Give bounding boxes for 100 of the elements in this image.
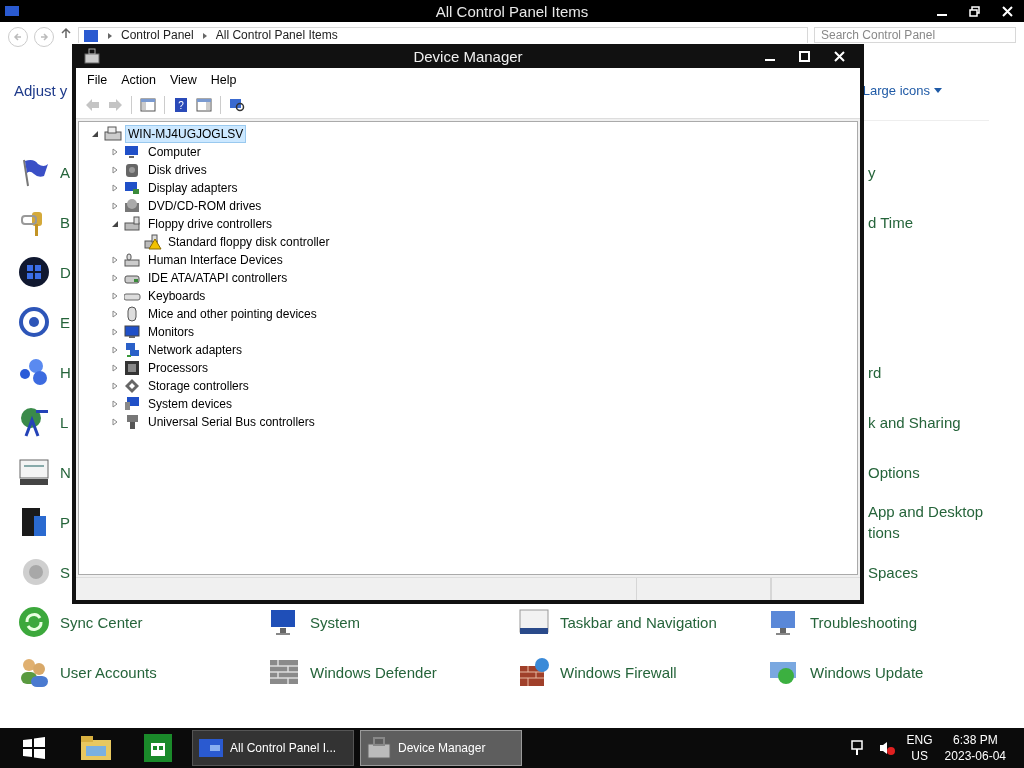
chip-icon xyxy=(124,360,142,376)
applet-label[interactable]: P xyxy=(60,511,70,533)
menu-item[interactable]: View xyxy=(162,73,204,87)
tree-item[interactable]: Keyboards xyxy=(145,287,209,305)
window-title: All Control Panel Items xyxy=(435,3,589,20)
applet-label[interactable]: y xyxy=(868,161,876,183)
tree-item[interactable]: Monitors xyxy=(145,323,197,341)
chevron-icon xyxy=(201,31,208,40)
applet-label[interactable]: Sync Center xyxy=(60,611,143,633)
help-button[interactable]: ? xyxy=(171,95,191,115)
tree-item[interactable]: System devices xyxy=(145,395,236,413)
monitor-icon xyxy=(124,396,142,412)
applet-label[interactable]: H xyxy=(60,361,71,383)
breadcrumb-item[interactable]: Control Panel xyxy=(121,29,194,42)
tree-item[interactable]: IDE ATA/ATAPI controllers xyxy=(145,269,291,287)
applet-label[interactable]: Taskbar and Navigation xyxy=(560,611,717,633)
folder-icon xyxy=(80,734,112,762)
applet-label[interactable]: rd xyxy=(868,361,882,383)
up-arrow-icon[interactable] xyxy=(60,27,72,39)
maximize-icon xyxy=(799,50,810,62)
minimize-icon xyxy=(764,59,775,61)
computer-icon xyxy=(104,126,122,142)
page-heading: Adjust y xyxy=(14,81,68,99)
globe-letter-icon xyxy=(18,406,50,438)
panel-button[interactable] xyxy=(194,95,214,115)
spheres-icon xyxy=(18,356,50,388)
menu-item[interactable]: Help xyxy=(203,73,244,87)
tree-item[interactable]: Storage controllers xyxy=(145,377,252,395)
language-indicator[interactable]: ENG xyxy=(906,732,933,748)
window-title: Device Manager xyxy=(413,48,523,65)
control-panel-icon xyxy=(83,28,99,43)
close-icon xyxy=(1002,5,1013,17)
applet-label[interactable]: d Time xyxy=(868,211,913,233)
applet-label[interactable]: App and Desktop tions xyxy=(868,501,984,543)
users-icon xyxy=(18,656,50,688)
forward-button[interactable] xyxy=(34,27,54,47)
taskbar-button[interactable]: All Control Panel I... xyxy=(192,730,354,766)
applet-label[interactable]: L xyxy=(60,411,69,433)
applet-label[interactable]: N xyxy=(60,461,71,483)
monitor-icon xyxy=(124,180,142,196)
applet-label[interactable]: S xyxy=(60,561,70,583)
windows-orb-icon xyxy=(18,256,50,288)
clock-time[interactable]: 6:38 PM xyxy=(952,732,998,748)
monitor-icon xyxy=(124,324,142,340)
tree-item[interactable]: Network adapters xyxy=(145,341,246,359)
tree-item[interactable]: Computer xyxy=(145,143,204,161)
back-button[interactable] xyxy=(8,27,28,47)
chevron-icon xyxy=(107,31,113,40)
muted-speaker-icon xyxy=(878,740,895,756)
applet-label[interactable]: User Accounts xyxy=(60,661,157,683)
tree-item[interactable]: DVD/CD-ROM drives xyxy=(145,197,265,215)
toolbox-icon xyxy=(366,736,392,760)
applet-label[interactable]: B xyxy=(60,211,70,233)
applet-label[interactable]: E xyxy=(60,311,70,333)
applet-label[interactable]: Spaces xyxy=(868,561,919,583)
disc-drive-icon xyxy=(124,198,142,214)
panel-icon xyxy=(140,97,156,113)
menu-item[interactable]: Action xyxy=(114,73,163,87)
sync-circle-icon xyxy=(18,606,50,638)
breadcrumb-item[interactable]: All Control Panel Items xyxy=(215,29,338,42)
applet-label[interactable]: Troubleshooting xyxy=(810,611,917,633)
taskbar-button[interactable]: Device Manager xyxy=(360,730,522,766)
tree-item[interactable]: Mice and other pointing devices xyxy=(145,305,320,323)
tree-item[interactable]: Universal Serial Bus controllers xyxy=(145,413,318,431)
tree-item[interactable]: Disk drives xyxy=(145,161,210,179)
tree-item[interactable]: Human Interface Devices xyxy=(145,251,286,269)
applet-label[interactable]: Options xyxy=(868,461,920,483)
window-panel-icon xyxy=(198,737,224,759)
applet-label[interactable]: D xyxy=(60,261,71,283)
panel-button[interactable] xyxy=(138,95,158,115)
applet-label[interactable]: Windows Update xyxy=(810,661,924,683)
drive-icon xyxy=(124,216,142,232)
caret-icon xyxy=(934,87,942,93)
start-logo-icon xyxy=(22,736,46,760)
applet-label[interactable]: System xyxy=(310,611,360,633)
address-bar[interactable]: Control Panel All Control Panel Items xyxy=(78,27,808,43)
diamond-icon xyxy=(124,378,142,394)
panel-icon xyxy=(196,97,212,113)
back-arrow-icon xyxy=(13,32,23,42)
applet-label[interactable]: Windows Firewall xyxy=(560,661,677,683)
applet-label[interactable]: Windows Defender xyxy=(310,661,437,683)
monitor-panel-icon xyxy=(18,456,50,488)
applet-label[interactable]: A xyxy=(60,161,70,183)
menu-item[interactable]: File xyxy=(80,73,115,87)
tree-item[interactable]: Floppy drive controllers xyxy=(145,215,276,233)
view-mode-link[interactable]: Large icons xyxy=(862,82,942,98)
tree-item[interactable]: Display adapters xyxy=(145,179,241,197)
forward-arrow-icon xyxy=(107,97,123,113)
brick-wall-globe-icon xyxy=(518,656,550,688)
language-indicator[interactable]: US xyxy=(911,748,928,764)
search-field[interactable]: Search Control Panel xyxy=(814,27,1016,43)
tree-item[interactable]: Standard floppy disk controller xyxy=(165,233,333,251)
clock-date[interactable]: 2023-06-04 xyxy=(944,748,1006,764)
monitor-search-icon xyxy=(229,97,245,113)
keyboard-mouse-icon xyxy=(124,252,142,268)
applet-label[interactable]: k and Sharing xyxy=(868,411,961,433)
tree-item[interactable]: Processors xyxy=(145,359,212,377)
tree-item[interactable]: WIN-MJ4UGJOGLSV xyxy=(125,125,247,143)
back-arrow-icon xyxy=(84,97,100,113)
window-icon xyxy=(4,5,20,17)
